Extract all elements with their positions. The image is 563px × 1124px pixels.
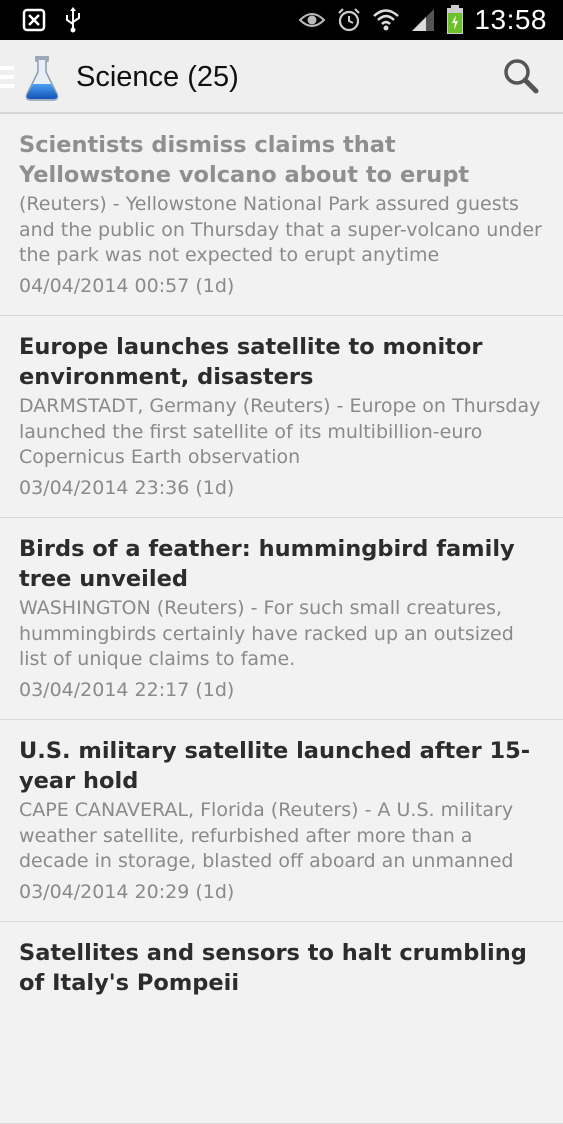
status-bar: 13:58 (0, 0, 563, 40)
article-item[interactable]: Scientists dismiss claims that Yellowsto… (0, 114, 563, 316)
alarm-icon (336, 7, 362, 33)
wifi-icon (372, 7, 400, 33)
article-item[interactable]: Satellites and sensors to halt crumbling… (0, 922, 563, 1124)
article-item[interactable]: U.S. military satellite launched after 1… (0, 720, 563, 922)
article-summary: CAPE CANAVERAL, Florida (Reuters) - A U.… (19, 799, 514, 872)
action-bar: Science (25) (0, 40, 563, 114)
drawer-indicator-icon[interactable] (0, 66, 16, 94)
article-summary: (Reuters) - Yellowstone National Park as… (19, 193, 542, 266)
article-title: Birds of a feather: hummingbird family t… (19, 536, 515, 592)
article-date: 03/04/2014 22:17 (1d) (19, 678, 235, 701)
clock-time: 13:58 (474, 4, 547, 35)
article-item[interactable]: Birds of a feather: hummingbird family t… (0, 518, 563, 720)
article-date: 03/04/2014 20:29 (1d) (19, 880, 235, 903)
article-date: 04/04/2014 00:57 (1d) (19, 274, 235, 297)
article-item[interactable]: Europe launches satellite to monitor env… (0, 316, 563, 518)
eye-icon (298, 10, 326, 30)
screenshot-icon (22, 8, 46, 32)
usb-icon (64, 7, 82, 33)
article-title: Scientists dismiss claims that Yellowsto… (19, 132, 470, 188)
article-title: U.S. military satellite launched after 1… (19, 738, 531, 794)
article-title: Europe launches satellite to monitor env… (19, 334, 483, 390)
search-icon[interactable] (501, 56, 541, 96)
signal-icon (410, 7, 436, 33)
page-title: Science (25) (76, 61, 239, 93)
article-summary: WASHINGTON (Reuters) - For such small cr… (19, 597, 514, 670)
article-summary: DARMSTADT, Germany (Reuters) - Europe on… (19, 395, 541, 468)
article-list: Scientists dismiss claims that Yellowsto… (0, 114, 563, 1124)
battery-icon (446, 5, 464, 35)
article-title: Satellites and sensors to halt crumbling… (19, 940, 527, 996)
flask-icon[interactable] (22, 54, 62, 106)
article-date: 03/04/2014 23:36 (1d) (19, 476, 235, 499)
